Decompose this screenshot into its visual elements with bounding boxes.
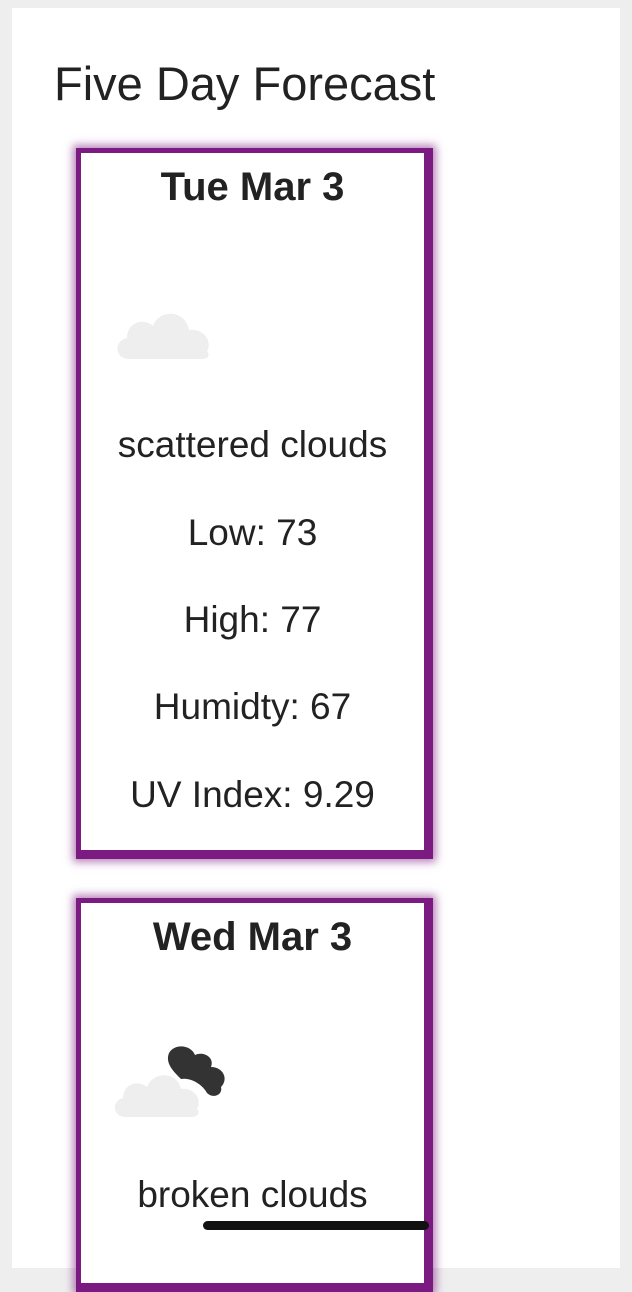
scattered-clouds-icon <box>117 313 209 359</box>
forecast-date: Tue Mar 3 <box>160 165 345 209</box>
low-temperature: Low: 73 <box>187 512 318 553</box>
forecast-panel: Five Day Forecast Tue Mar 3 scattered cl… <box>12 8 620 1292</box>
page-title: Five Day Forecast <box>54 57 436 110</box>
humidity: Humidty: 67 <box>153 686 352 727</box>
weather-description: scattered clouds <box>117 424 388 465</box>
weather-description: broken clouds <box>137 1174 368 1215</box>
broken-clouds-icon <box>114 1046 225 1117</box>
home-indicator[interactable] <box>203 1221 429 1230</box>
high-temperature: High: 77 <box>183 599 322 640</box>
forecast-card-day-1: Tue Mar 3 scattered clouds Low: 73 High:… <box>76 148 433 859</box>
uv-index: UV Index: 9.29 <box>130 774 375 815</box>
forecast-card-day-2: Wed Mar 3 broken clouds <box>76 898 433 1292</box>
forecast-date: Wed Mar 3 <box>152 915 353 959</box>
